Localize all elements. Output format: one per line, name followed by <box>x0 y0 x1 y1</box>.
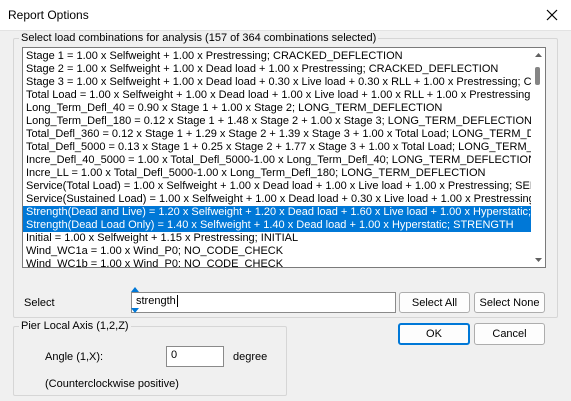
list-item[interactable]: Total Load = 1.00 x Selfweight + 1.00 x … <box>23 89 531 102</box>
list-item[interactable]: Strength(Dead and Live) = 1.20 x Selfwei… <box>23 206 531 219</box>
triangle-down-icon <box>131 308 139 313</box>
combinations-list: Stage 1 = 1.00 x Selfweight + 1.00 x Pre… <box>23 50 531 267</box>
combinations-group-label: Select load combinations for analysis (1… <box>19 32 379 44</box>
list-item[interactable]: Wind_WC1a = 1.00 x Wind_P0; NO_CODE_CHEC… <box>23 245 531 258</box>
ok-button[interactable]: OK <box>398 323 470 345</box>
list-item[interactable]: Stage 2 = 1.00 x Selfweight + 1.00 x Dea… <box>23 63 531 76</box>
list-item[interactable]: Wind_WC1b = 1.00 x Wind_P0; NO_CODE_CHEC… <box>23 258 531 267</box>
degree-unit-label: degree <box>233 351 268 363</box>
counterclockwise-note: (Counterclockwise positive) <box>45 378 179 390</box>
select-label: Select <box>24 297 55 309</box>
select-filter-input[interactable]: strength <box>131 292 396 313</box>
combinations-listbox[interactable]: Stage 1 = 1.00 x Selfweight + 1.00 x Pre… <box>22 47 546 268</box>
list-item[interactable]: Service(Total Load) = 1.00 x Selfweight … <box>23 180 531 193</box>
scroll-down-icon <box>534 258 542 262</box>
title-bar: Report Options <box>0 0 571 31</box>
text-caret <box>176 295 178 308</box>
list-item[interactable]: Long_Term_Defl_180 = 0.12 x Stage 1 + 1.… <box>23 115 531 128</box>
select-all-button[interactable]: Select All <box>399 292 470 313</box>
pier-local-axis-label: Pier Local Axis (1,2,Z) <box>19 320 131 332</box>
list-item[interactable]: Incre_Defl_40_5000 = 1.00 x Total_Defl_5… <box>23 154 531 167</box>
list-item[interactable]: Stage 1 = 1.00 x Selfweight + 1.00 x Pre… <box>23 50 531 63</box>
list-item[interactable]: Total_Defl_360 = 0.12 x Stage 1 + 1.29 x… <box>23 128 531 141</box>
scroll-up-button[interactable] <box>531 48 545 62</box>
scrollbar-thumb[interactable] <box>535 67 540 85</box>
close-icon <box>546 9 558 21</box>
cancel-button[interactable]: Cancel <box>474 323 545 345</box>
close-button[interactable] <box>541 4 563 26</box>
drag-handle-bottom[interactable] <box>131 308 139 313</box>
window-title: Report Options <box>8 8 89 22</box>
list-item[interactable]: Initial = 1.00 x Selfweight + 1.15 x Pre… <box>23 232 531 245</box>
angle-input[interactable]: 0 <box>166 346 224 367</box>
select-filter-value: strength <box>136 295 176 307</box>
scroll-down-button[interactable] <box>531 253 545 267</box>
list-item[interactable]: Total_Defl_5000 = 0.13 x Stage 1 + 0.25 … <box>23 141 531 154</box>
angle-value: 0 <box>171 349 178 361</box>
angle-label: Angle (1,X): <box>45 351 104 363</box>
list-item[interactable]: Stage 3 = 1.00 x Selfweight + 1.00 x Dea… <box>23 76 531 89</box>
list-item[interactable]: Service(Sustained Load) = 1.00 x Selfwei… <box>23 193 531 206</box>
list-item[interactable]: Strength(Dead Load Only) = 1.40 x Selfwe… <box>23 219 531 232</box>
scroll-up-icon <box>534 53 542 57</box>
list-item[interactable]: Long_Term_Defl_40 = 0.90 x Stage 1 + 1.0… <box>23 102 531 115</box>
list-item[interactable]: Incre_LL = 1.00 x Total_Defl_5000-1.00 x… <box>23 167 531 180</box>
select-none-button[interactable]: Select None <box>474 292 545 313</box>
vertical-scrollbar[interactable] <box>531 48 545 267</box>
